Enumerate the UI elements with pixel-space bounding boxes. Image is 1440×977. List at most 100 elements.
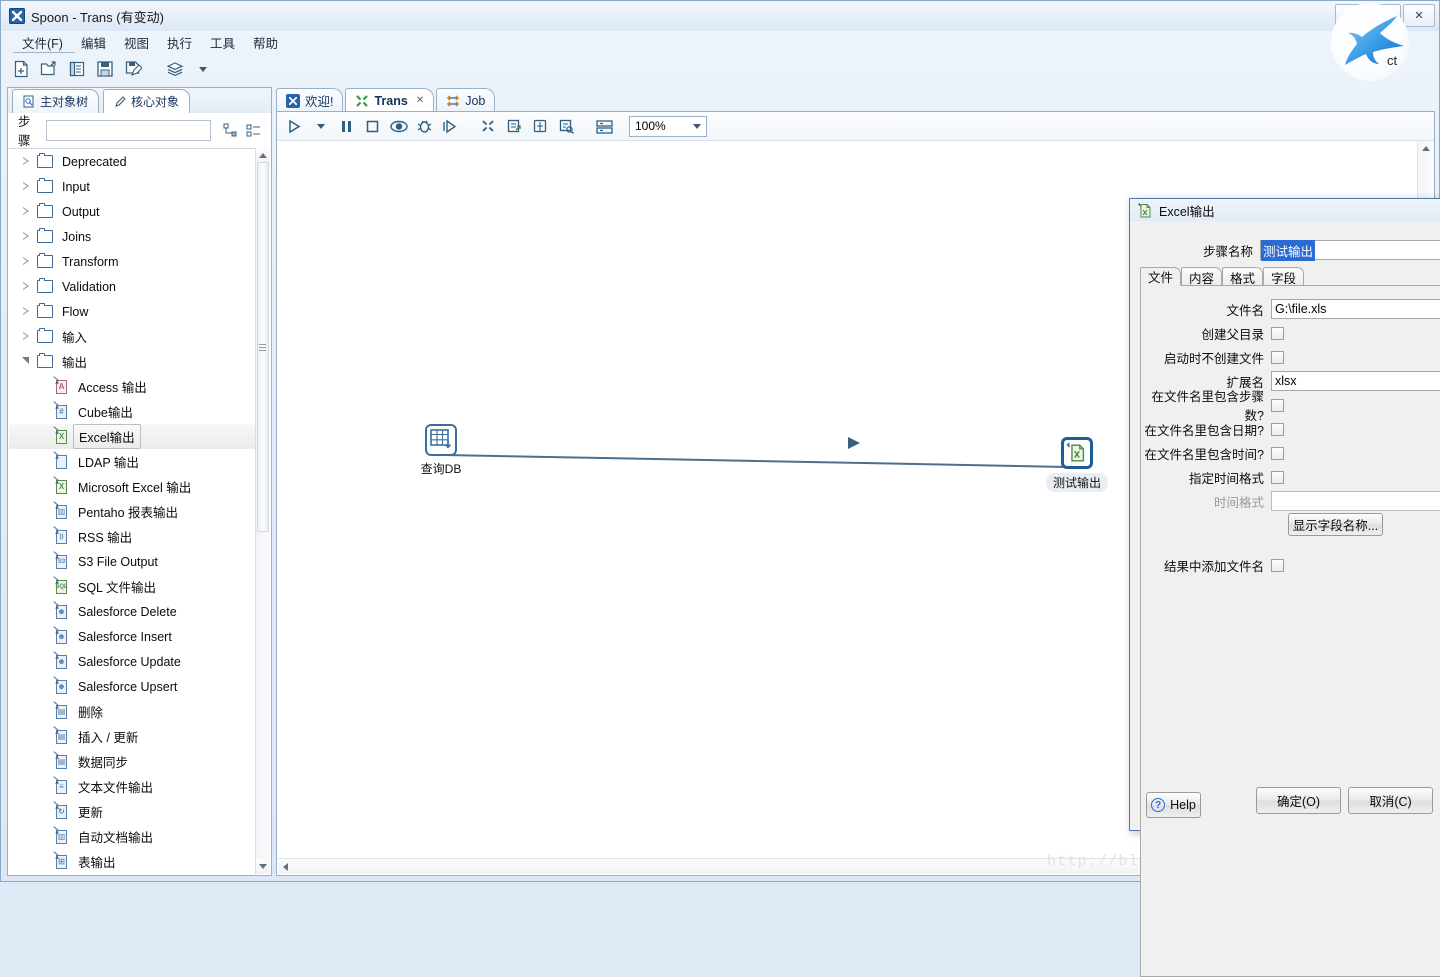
tree-step-21[interactable]: ☻ Salesforce Upsert [9,674,255,699]
chevron-down-icon[interactable] [191,57,215,81]
tree-step-14[interactable]: ▥ Pentaho 报表输出 [9,499,255,524]
run-dropdown-icon[interactable] [309,115,332,138]
specify-date-format-checkbox[interactable] [1271,470,1284,484]
tree-folder-7[interactable]: 输入 [9,324,255,349]
tree-step-15[interactable]: )) RSS 输出 [9,524,255,549]
tree-step-22[interactable]: ▤ 删除 [9,699,255,724]
tab-core-objects[interactable]: 核心对象 [103,89,191,113]
pause-icon[interactable] [335,115,358,138]
tree-step-18[interactable]: ☻ Salesforce Delete [9,599,255,624]
tree-step-16[interactable]: S3 S3 File Output [9,549,255,574]
dialog-tab-content[interactable]: 内容 [1181,267,1223,286]
menu-view[interactable]: 视图 [115,31,158,54]
hop-line[interactable] [444,454,1067,468]
editor-tabs[interactable]: 欢迎! Trans ✕ Job [276,87,1435,112]
dialog-tabs[interactable]: 文件 内容 格式 字段 [1140,266,1440,286]
tree-step-10[interactable]: # Cube输出 [9,399,255,424]
core-objects-tree[interactable]: Deprecated Input Output Joins Transform Valid… [9,148,270,874]
tree-step-11[interactable]: X Excel输出 [9,424,255,449]
main-toolbar[interactable] [1,54,1439,84]
step-test-output[interactable]: 测试输出 [1045,437,1109,492]
filename-field[interactable]: G:\file.xls [1271,299,1440,319]
dialog-tab-fields[interactable]: 字段 [1263,267,1305,286]
tree-step-13[interactable]: X Microsoft Excel 输出 [9,474,255,499]
menu-tools[interactable]: 工具 [201,31,244,54]
tree-toolbar[interactable] [223,123,261,138]
menu-file[interactable]: 文件(F) [13,31,72,54]
tree-folder-0[interactable]: Deprecated [9,149,255,174]
tree-step-12[interactable]: LDAP 输出 [9,449,255,474]
chevron-right-icon[interactable] [15,282,37,291]
expand-tree-icon[interactable] [223,123,238,138]
zoom-combo[interactable]: 100% [629,115,707,137]
menu-edit[interactable]: 编辑 [72,31,115,54]
tree-vertical-scrollbar[interactable] [255,148,270,874]
tree-folder-2[interactable]: Output [9,199,255,224]
scroll-up-button[interactable] [1418,141,1433,156]
canvas-toolbar[interactable]: 100% [277,112,1434,141]
scroll-left-button[interactable] [278,859,293,874]
step-name-field[interactable]: 测试输出 [1260,239,1440,261]
inspect-data-icon[interactable] [555,115,578,138]
tree-folder-3[interactable]: Joins [9,224,255,249]
run-icon[interactable] [283,115,306,138]
align-grid-icon[interactable] [593,115,616,138]
step-query-db[interactable]: 查询DB [409,424,473,477]
add-filename-to-result-checkbox[interactable] [1271,558,1284,572]
chevron-right-icon[interactable] [15,232,37,241]
tree-step-27[interactable]: ▥ 自动文档输出 [9,824,255,849]
tree-step-20[interactable]: ☻ Salesforce Update [9,649,255,674]
tree-step-9[interactable]: A Access 输出 [9,374,255,399]
stop-icon[interactable] [361,115,384,138]
scroll-up-button[interactable] [256,148,270,163]
left-panel-tabs[interactable]: 主对象树 核心对象 [8,88,271,113]
ok-button[interactable]: 确定(O) [1256,787,1341,814]
tree-step-23[interactable]: ▤ 插入 / 更新 [9,724,255,749]
tree-folder-4[interactable]: Transform [9,249,255,274]
show-execution-results-icon[interactable] [503,115,526,138]
tree-step-24[interactable]: ▤ 数据同步 [9,749,255,774]
include-time-checkbox[interactable] [1271,446,1284,460]
search-input[interactable] [46,119,211,141]
tab-close-icon[interactable]: ✕ [416,95,424,106]
do-not-create-at-start-checkbox[interactable] [1271,350,1284,364]
database-explorer-icon[interactable] [529,115,552,138]
dialog-tab-format[interactable]: 格式 [1222,267,1264,286]
tab-trans[interactable]: Trans ✕ [345,88,435,112]
transformation-settings-icon[interactable] [477,115,500,138]
menu-run[interactable]: 执行 [158,31,201,54]
tree-step-25[interactable]: ≡ 文本文件输出 [9,774,255,799]
debug-icon[interactable] [413,115,436,138]
tree-step-19[interactable]: ☻ Salesforce Insert [9,624,255,649]
scroll-down-button[interactable] [256,859,270,874]
date-format-field[interactable] [1271,491,1440,511]
open-file-icon[interactable] [37,57,61,81]
chevron-right-icon[interactable] [15,182,37,191]
chevron-right-icon[interactable] [15,307,37,316]
tree-step-28[interactable]: ⊞ 表输出 [9,849,255,874]
chevron-right-icon[interactable] [15,157,37,166]
step-icon-box[interactable] [1061,437,1093,469]
show-field-names-button[interactable]: 显示字段名称... [1288,513,1383,536]
chevron-right-icon[interactable] [15,257,37,266]
include-date-checkbox[interactable] [1271,422,1284,436]
tab-main-object-tree[interactable]: 主对象树 [12,89,100,113]
close-button[interactable]: ✕ [1403,4,1435,27]
tree-folder-8[interactable]: 输出 [9,349,255,374]
tab-job[interactable]: Job [436,88,496,112]
tree-step-17[interactable]: SQL SQL 文件输出 [9,574,255,599]
save-icon[interactable] [93,57,117,81]
replay-icon[interactable] [439,115,462,138]
cancel-button[interactable]: 取消(C) [1348,787,1433,814]
new-file-icon[interactable] [9,57,33,81]
tree-step-26[interactable]: ↻ 更新 [9,799,255,824]
tree-folder-6[interactable]: Flow [9,299,255,324]
chevron-right-icon[interactable] [15,332,37,341]
include-stepnr-checkbox[interactable] [1271,398,1284,412]
extension-field[interactable]: xlsx [1271,371,1440,391]
chevron-down-icon[interactable] [693,123,701,129]
dialog-tab-file[interactable]: 文件 [1140,267,1182,286]
collapse-tree-icon[interactable] [246,123,261,138]
explore-repository-icon[interactable] [65,57,89,81]
tab-welcome[interactable]: 欢迎! [276,88,344,112]
